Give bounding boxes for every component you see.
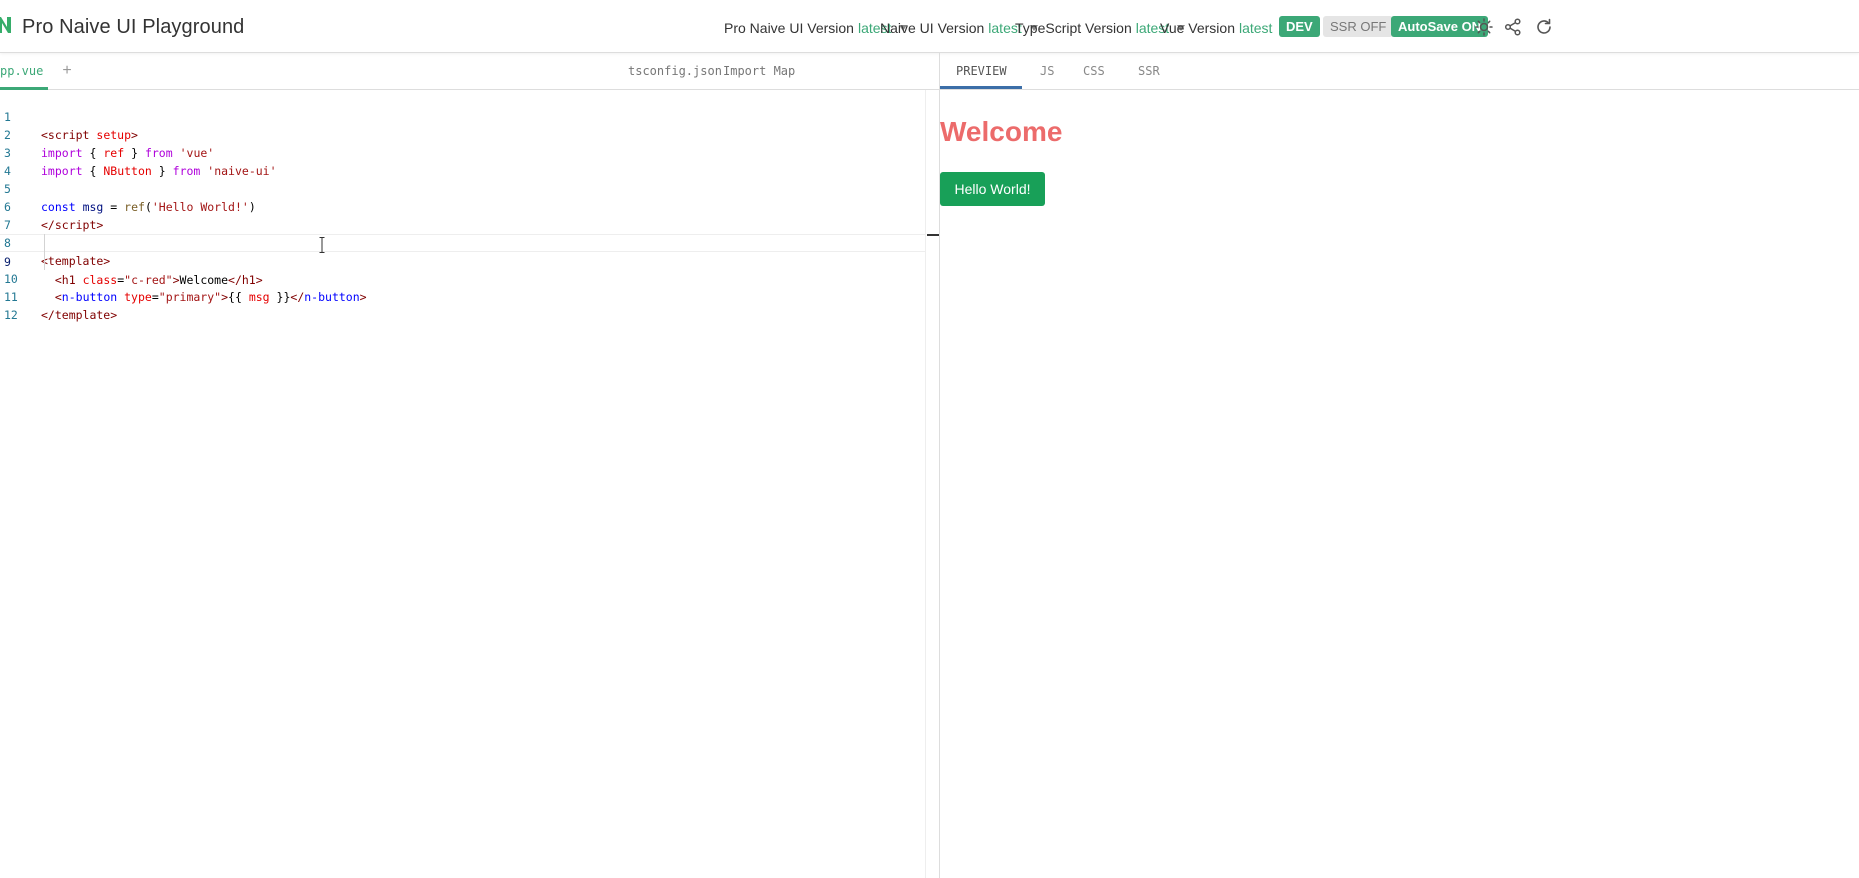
code-line: 3 import { NButton } from 'naive-ui' bbox=[0, 126, 925, 178]
preview-pane: Welcome Hello World! bbox=[940, 90, 1859, 878]
code-editor[interactable]: 1 <script setup> 2 import { ref } from '… bbox=[0, 90, 925, 878]
share-icon[interactable] bbox=[1503, 17, 1523, 37]
version-label: Vue Version bbox=[1160, 20, 1235, 36]
hello-world-button[interactable]: Hello World! bbox=[940, 172, 1045, 206]
code-line: 6 </script> bbox=[0, 180, 925, 232]
naive-logo-icon bbox=[0, 17, 11, 33]
line-number: 12 bbox=[4, 308, 18, 322]
preview-tabs: PREVIEW JS CSS SSR bbox=[940, 53, 1859, 90]
indent-guide bbox=[44, 234, 45, 270]
code-text: </template> bbox=[41, 308, 118, 322]
file-tab-app-vue[interactable]: pp.vue bbox=[0, 53, 48, 90]
vue-version-select[interactable]: Vue Version latest bbox=[1160, 20, 1289, 36]
version-label: Pro Naive UI Version bbox=[724, 20, 854, 36]
preview-heading: Welcome bbox=[940, 116, 1063, 147]
tab-import-map[interactable]: Import Map bbox=[723, 64, 795, 78]
code-line: 5 const msg = ref('Hello World!') bbox=[0, 162, 925, 214]
top-header: Pro Naive UI Playground Pro Naive UI Ver… bbox=[0, 0, 1859, 53]
code-line: 12 bbox=[0, 288, 925, 322]
version-label: TypeScript Version bbox=[1015, 20, 1132, 36]
theme-toggle-icon[interactable] bbox=[1474, 17, 1494, 37]
tab-ssr[interactable]: SSR bbox=[1138, 64, 1160, 78]
code-line: 11 </template> bbox=[0, 270, 925, 322]
active-tab-indicator bbox=[940, 86, 1022, 89]
code-line: 2 import { ref } from 'vue' bbox=[0, 108, 925, 160]
version-value: latest bbox=[1238, 20, 1273, 36]
code-line: 4 bbox=[0, 144, 925, 178]
code-line: 8 <template> bbox=[0, 216, 925, 268]
ssr-toggle[interactable]: SSR OFF bbox=[1323, 16, 1394, 37]
version-label: Naive UI Version bbox=[880, 20, 985, 36]
add-file-button[interactable]: + bbox=[60, 62, 74, 80]
app-title: Pro Naive UI Playground bbox=[22, 16, 245, 38]
code-line: 10 <n-button type="primary">{{ msg }}</n… bbox=[0, 252, 925, 304]
tab-tsconfig[interactable]: tsconfig.json bbox=[628, 64, 722, 78]
scrollbar-cursor-marker bbox=[927, 234, 939, 236]
tab-preview[interactable]: PREVIEW bbox=[956, 64, 1007, 78]
tab-css[interactable]: CSS bbox=[1083, 64, 1105, 78]
code-line: 1 <script setup> bbox=[0, 90, 925, 142]
editor-file-tabs: pp.vue + tsconfig.json Import Map bbox=[0, 53, 940, 90]
code-line: 7 bbox=[0, 198, 925, 232]
dev-toggle[interactable]: DEV bbox=[1279, 16, 1320, 37]
tab-js[interactable]: JS bbox=[1040, 64, 1054, 78]
code-line-active: 9 <h1 class="c-red">Welcome</h1> bbox=[0, 234, 925, 287]
reload-icon[interactable] bbox=[1534, 17, 1554, 37]
text-cursor-icon bbox=[319, 237, 325, 253]
editor-scrollbar[interactable] bbox=[925, 90, 940, 878]
